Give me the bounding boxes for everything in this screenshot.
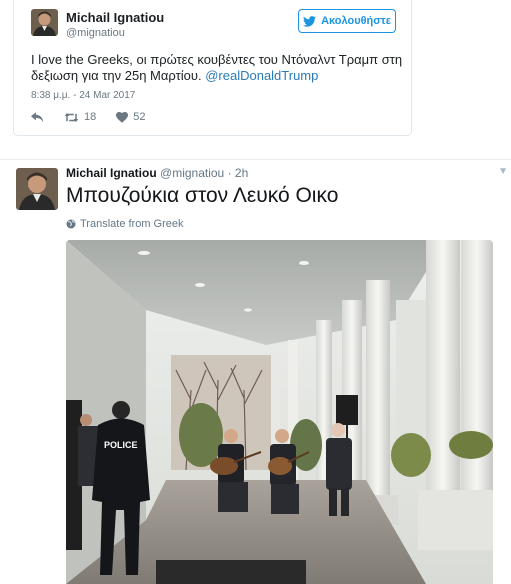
tweet-actions: 18 52 xyxy=(31,111,166,123)
reply-button[interactable] xyxy=(31,111,44,123)
tweet-header: Michail Ignatiou @mignatiou · 2h xyxy=(66,166,248,180)
tweet-text-line1: I love the Greeks, οι πρώτες κουβέντες τ… xyxy=(31,52,403,67)
tweet-time-separator: · xyxy=(227,166,232,180)
author-avatar[interactable] xyxy=(16,168,58,210)
follow-button-label: Ακολουθήστε xyxy=(321,15,391,27)
timeline-tweet: Michail Ignatiou @mignatiou · 2h ▼ Μπουζ… xyxy=(0,159,511,584)
mention-link[interactable]: @realDonaldTrump xyxy=(205,68,318,83)
tweet-photo[interactable]: POLICE xyxy=(66,240,493,584)
like-count: 52 xyxy=(133,111,146,123)
translate-link[interactable]: Translate from Greek xyxy=(66,218,184,230)
embedded-tweet-card: Michail Ignatiou @mignatiou Ακολουθήστε … xyxy=(13,0,412,136)
retweet-button[interactable]: 18 xyxy=(64,111,96,123)
heart-icon xyxy=(116,111,129,123)
author-avatar[interactable] xyxy=(31,9,58,36)
retweet-icon xyxy=(64,112,79,122)
tweet-time[interactable]: 2h xyxy=(235,166,248,180)
tweet-text: Μπουζούκια στον Λευκό Οικο xyxy=(66,184,339,207)
translate-label: Translate from Greek xyxy=(80,218,184,230)
author-handle[interactable]: @mignatiou xyxy=(160,166,224,180)
tweet-text-line2: δεξιωση για την 25η Μαρτίου. xyxy=(31,68,202,83)
globe-icon xyxy=(66,219,76,229)
author-handle[interactable]: @mignatiou xyxy=(66,27,125,39)
twitter-bird-icon xyxy=(303,15,317,27)
tweet-text: I love the Greeks, οι πρώτες κουβέντες τ… xyxy=(31,52,406,84)
author-name[interactable]: Michail Ignatiou xyxy=(66,10,164,25)
follow-button[interactable]: Ακολουθήστε xyxy=(298,9,396,33)
retweet-count: 18 xyxy=(84,111,97,123)
tweet-timestamp[interactable]: 8:38 μ.μ. - 24 Mar 2017 xyxy=(31,90,135,101)
author-name[interactable]: Michail Ignatiou xyxy=(66,166,157,180)
police-label: POLICE xyxy=(104,440,138,450)
reply-icon xyxy=(31,111,44,122)
chevron-down-icon[interactable]: ▼ xyxy=(498,166,508,177)
like-button[interactable]: 52 xyxy=(116,111,146,123)
